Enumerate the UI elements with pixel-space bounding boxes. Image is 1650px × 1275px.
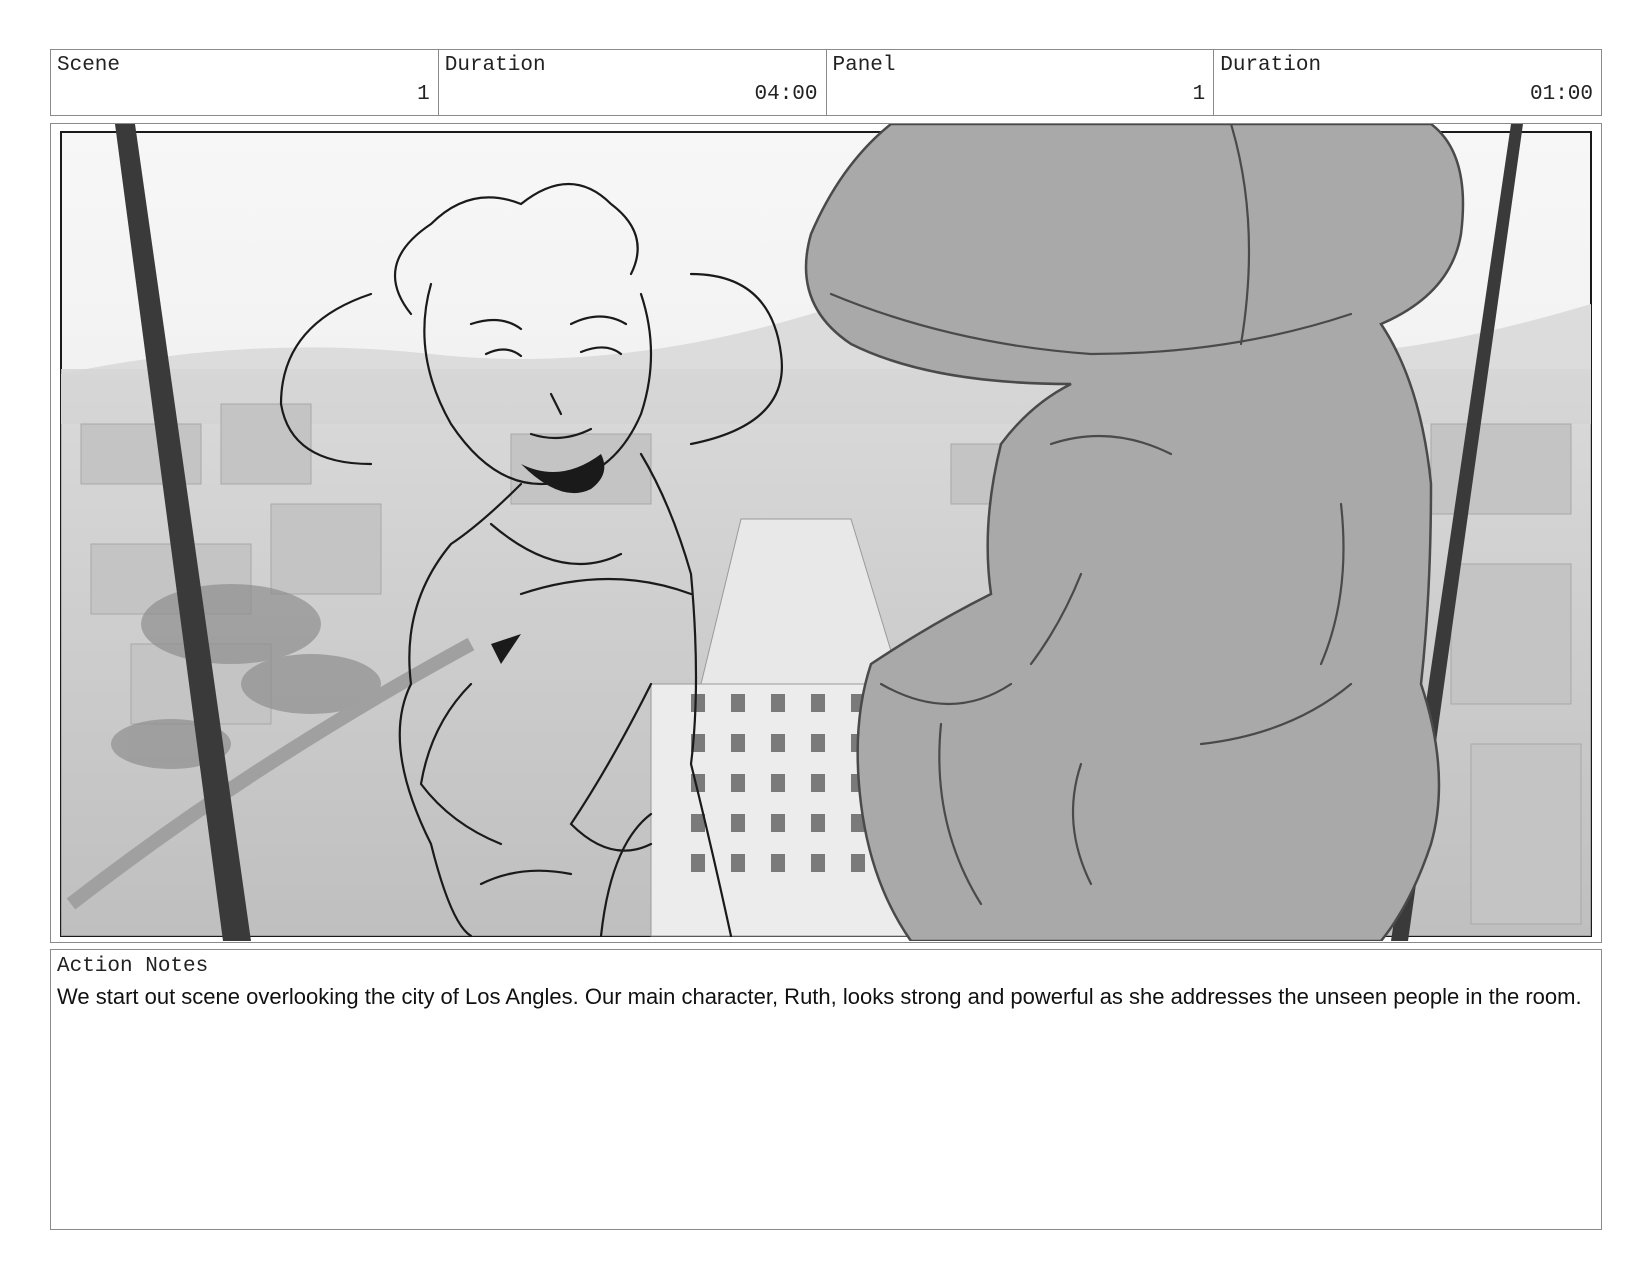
scene-duration-label: Duration: [444, 54, 546, 77]
scene-value: 1: [417, 83, 430, 106]
storyboard-sketch: [60, 124, 1592, 941]
action-notes-text: We start out scene overlooking the city …: [57, 984, 1582, 1009]
action-notes-box: Action Notes We start out scene overlook…: [50, 949, 1602, 1230]
panel-label: Panel: [832, 54, 896, 77]
scene-duration-value: 04:00: [754, 83, 818, 106]
storyboard-panel: [50, 123, 1602, 943]
action-notes-title: Action Notes: [57, 955, 209, 978]
panel-duration-cell: Duration 01:00: [1214, 50, 1601, 115]
panel-duration-label: Duration: [1220, 54, 1322, 77]
scene-cell: Scene 1: [51, 50, 439, 115]
panel-cell: Panel 1: [827, 50, 1215, 115]
panel-value: 1: [1192, 83, 1206, 106]
panel-duration-value: 01:00: [1529, 83, 1593, 106]
scene-duration-cell: Duration 04:00: [439, 50, 827, 115]
scene-label: Scene: [57, 54, 121, 77]
panel-info-header: Scene 1 Duration 04:00 Panel 1 Duration …: [50, 49, 1602, 116]
